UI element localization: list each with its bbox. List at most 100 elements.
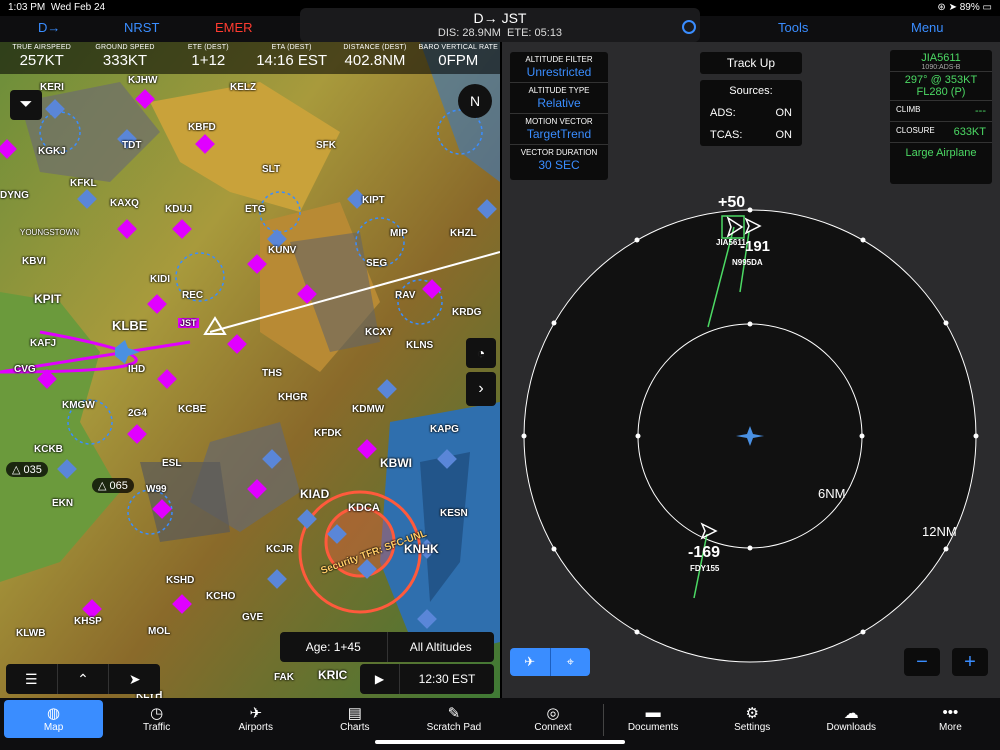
airport-label[interactable]: KDUJ (165, 204, 192, 215)
airport-label[interactable]: CVG (14, 364, 36, 375)
airport-label[interactable]: KIAD (300, 487, 329, 501)
destination-waypoint-label[interactable]: JST (178, 318, 199, 328)
tab-airports[interactable]: ✈ Airports (206, 698, 305, 750)
altitude-type-setting[interactable]: ALTITUDE TYPE Relative (510, 83, 608, 114)
airport-label[interactable]: KELZ (230, 82, 256, 93)
airport-label[interactable]: 2G4 (128, 408, 147, 419)
airport-label[interactable]: KCXY (365, 327, 393, 338)
data-field-true-airspeed[interactable]: TRUE AIRSPEED 257KT (0, 42, 83, 74)
moving-map[interactable]: KERI KJHW KELZ KBFD TDT KGKJ SFK KFKL KA… (0, 42, 500, 698)
altitude-selector[interactable]: All Altitudes (388, 632, 495, 662)
airport-label[interactable]: W99 (146, 484, 167, 495)
instrument-data-bar[interactable]: TRUE AIRSPEED 257KT GROUND SPEED 333KT ETE… (0, 42, 500, 74)
airport-label[interactable]: KHZL (450, 228, 477, 239)
motion-vector-setting[interactable]: MOTION VECTOR TargetTrend (510, 114, 608, 145)
data-field-vertical-rate[interactable]: BARO VERTICAL RATE 0FPM (417, 42, 500, 74)
airport-label[interactable]: KLBE (112, 318, 147, 333)
track-up-button[interactable]: Track Up (700, 52, 802, 74)
tab-map[interactable]: ◍ Map (4, 700, 104, 738)
airport-label[interactable]: KPIT (34, 292, 61, 306)
selected-target-info[interactable]: JIA5611 1090:ADS-B 297° @ 353KT FL280 (P… (890, 50, 992, 184)
airport-label[interactable]: DYNG (0, 190, 29, 201)
traffic-icon: ◷ (150, 705, 164, 722)
airport-label[interactable]: RAV (395, 290, 415, 301)
tab-downloads[interactable]: ☁ Downloads (802, 698, 901, 750)
layers-icon[interactable]: ☰ (6, 664, 58, 694)
tab-settings[interactable]: ⚙ Settings (703, 698, 802, 750)
airport-label[interactable]: KCBE (178, 404, 206, 415)
source-ads[interactable]: ADS: ON (700, 102, 802, 124)
altitude-filter-setting[interactable]: ALTITUDE FILTER Unrestricted (510, 52, 608, 83)
airport-label[interactable]: KIDI (150, 274, 170, 285)
tools-button[interactable]: Tools (778, 20, 808, 35)
airport-label[interactable]: MIP (390, 228, 408, 239)
data-field-eta[interactable]: ETA (DEST) 14:16 EST (250, 42, 333, 74)
airport-label[interactable]: KLWB (16, 628, 45, 639)
profile-view-icon[interactable]: ⌃ (58, 664, 110, 694)
data-field-distance[interactable]: DISTANCE (DEST) 402.8NM (333, 42, 416, 74)
compass-dial-icon[interactable]: ◔ (466, 338, 496, 368)
airport-label[interactable]: SFK (316, 140, 336, 151)
emer-button[interactable]: EMER (215, 20, 253, 35)
filter-funnel-icon[interactable]: ⏷ (10, 90, 42, 120)
airport-label[interactable]: KMGW (62, 400, 95, 411)
airport-label[interactable]: KRDG (452, 307, 481, 318)
airport-label[interactable]: KLNS (406, 340, 433, 351)
airport-label[interactable]: KCHO (206, 591, 235, 602)
airport-label[interactable]: KRIC (318, 668, 347, 682)
airport-label[interactable]: KERI (40, 82, 64, 93)
airport-label[interactable]: KESN (440, 508, 468, 519)
airport-label[interactable]: GVE (242, 612, 263, 623)
airport-label[interactable]: KAFJ (30, 338, 56, 349)
airport-label[interactable]: KUNV (268, 245, 296, 256)
airport-label[interactable]: KDMW (352, 404, 384, 415)
expand-panel-chevron-icon[interactable]: › (466, 372, 496, 406)
airport-label[interactable]: ETG (245, 204, 266, 215)
source-tcas[interactable]: TCAS: ON (700, 124, 802, 146)
airport-label[interactable]: KBVI (22, 256, 46, 267)
ground-traffic-icon[interactable]: ⌖ (551, 648, 591, 676)
airport-label[interactable]: MOL (148, 626, 170, 637)
tab-traffic[interactable]: ◷ Traffic (107, 698, 206, 750)
airport-label[interactable]: KCJR (266, 544, 293, 555)
airport-label[interactable]: ESL (162, 458, 181, 469)
airport-label[interactable]: KAXQ (110, 198, 139, 209)
vector-duration-setting[interactable]: VECTOR DURATION 30 SEC (510, 145, 608, 175)
zoom-in-button[interactable]: + (952, 648, 988, 676)
ownship-arrow-icon[interactable]: ➤ (109, 664, 160, 694)
nrst-button[interactable]: NRST (124, 20, 159, 35)
tab-more[interactable]: ••• More (901, 698, 1000, 750)
zoom-out-button[interactable]: − (904, 648, 940, 676)
airport-label[interactable]: KHGR (278, 392, 307, 403)
airport-label[interactable]: REC (182, 290, 203, 301)
airport-label[interactable]: KFDK (314, 428, 342, 439)
airport-label[interactable]: SEG (366, 258, 387, 269)
airport-label[interactable]: FAK (274, 672, 294, 683)
airport-label[interactable]: SLT (262, 164, 280, 175)
airport-label[interactable]: KCKB (34, 444, 63, 455)
data-field-ete[interactable]: ETE (DEST) 1+12 (167, 42, 250, 74)
airport-label[interactable]: KJHW (128, 75, 157, 86)
airport-label[interactable]: KHSP (74, 616, 102, 627)
destination-box[interactable]: D→ JST DIS: 28.9NM ETE: 05:13 (300, 8, 700, 42)
airborne-traffic-icon[interactable]: ✈ (510, 648, 551, 676)
airport-label[interactable]: KGKJ (38, 146, 66, 157)
airport-label[interactable]: KDCA (348, 502, 380, 514)
airport-label[interactable]: IHD (128, 364, 145, 375)
data-field-ground-speed[interactable]: GROUND SPEED 333KT (83, 42, 166, 74)
direct-to-button[interactable]: D→ (38, 20, 60, 35)
airport-label[interactable]: THS (262, 368, 282, 379)
airport-label[interactable]: KBWI (380, 456, 412, 470)
airport-label[interactable]: KBFD (188, 122, 216, 133)
airport-label[interactable]: TDT (122, 140, 141, 151)
home-indicator[interactable] (375, 740, 625, 744)
north-up-compass-icon[interactable]: N (458, 84, 492, 118)
play-icon[interactable]: ▶ (360, 664, 400, 694)
airport-label[interactable]: KAPG (430, 424, 459, 435)
airport-label[interactable]: EKN (52, 498, 73, 509)
airport-label[interactable]: KSHD (166, 575, 194, 586)
connext-status-icon[interactable] (682, 20, 696, 34)
airport-label[interactable]: KFKL (70, 178, 97, 189)
airport-label[interactable]: KIPT (362, 195, 385, 206)
menu-button[interactable]: Menu (911, 20, 944, 35)
